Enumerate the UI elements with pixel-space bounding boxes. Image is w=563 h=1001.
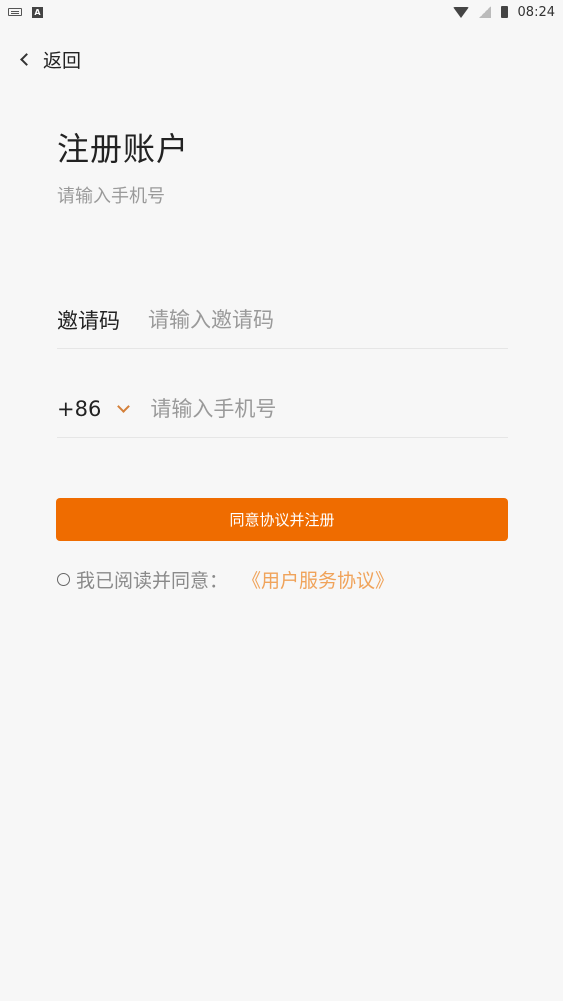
page-subtitle: 请输入手机号	[57, 186, 165, 207]
country-code-value: +86	[57, 397, 102, 421]
invite-code-row: 邀请码	[57, 292, 508, 349]
status-left: A	[8, 6, 43, 18]
invite-code-input[interactable]	[148, 308, 508, 332]
signal-icon	[478, 6, 491, 18]
phone-input[interactable]	[150, 397, 508, 421]
status-right: 08:24	[452, 4, 555, 20]
keyboard-icon	[8, 8, 22, 16]
agreement-checkbox[interactable]	[57, 573, 70, 586]
status-time: 08:24	[517, 4, 555, 20]
status-bar: A 08:24	[0, 0, 563, 24]
chevron-down-icon	[117, 400, 131, 413]
back-button[interactable]: 返回	[20, 46, 82, 73]
a-notification-icon: A	[32, 6, 43, 18]
user-agreement-link[interactable]: 《用户服务协议》	[242, 566, 394, 593]
country-code-select[interactable]: +86	[57, 397, 131, 421]
phone-row: +86	[57, 381, 508, 438]
agreement-row: 我已阅读并同意： 《用户服务协议》	[57, 566, 394, 593]
back-label: 返回	[43, 50, 82, 72]
invite-code-label: 邀请码	[57, 309, 120, 333]
chevron-left-icon	[20, 53, 33, 66]
page-title: 注册账户	[57, 130, 190, 168]
wifi-icon	[452, 6, 469, 18]
agree-register-button[interactable]: 同意协议并注册	[56, 498, 508, 541]
battery-icon	[500, 6, 508, 18]
agreement-text: 我已阅读并同意：	[76, 570, 229, 592]
